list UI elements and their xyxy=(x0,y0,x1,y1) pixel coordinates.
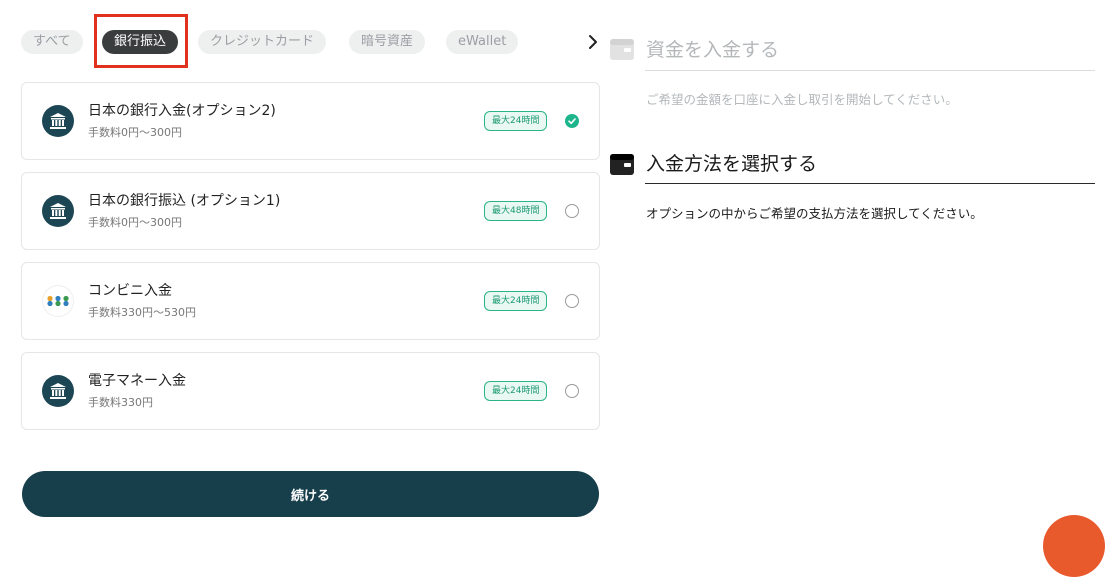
method-radio[interactable] xyxy=(565,294,579,308)
method-radio[interactable] xyxy=(565,204,579,218)
payment-method-card-bank-option1[interactable]: 日本の銀行振込 (オプション1) 手数料0円〜300円 最大48時間 xyxy=(21,172,600,250)
wallet-icon xyxy=(609,36,634,60)
chat-support-button[interactable] xyxy=(1043,515,1105,577)
tab-crypto[interactable]: 暗号資産 xyxy=(349,30,426,54)
tabs-next-button[interactable] xyxy=(585,30,601,54)
method-fee: 手数料0円〜300円 xyxy=(88,216,182,229)
method-fee: 手数料0円〜300円 xyxy=(88,126,182,139)
method-name: 日本の銀行振込 (オプション1) xyxy=(88,193,281,209)
method-name: 電子マネー入金 xyxy=(88,373,186,389)
step-description: オプションの中からご希望の支払方法を選択してください。 xyxy=(646,206,983,221)
step-title-select-method: 入金方法を選択する xyxy=(646,153,818,175)
processing-time-badge: 最大48時間 xyxy=(484,201,548,221)
chevron-right-icon xyxy=(589,35,597,49)
processing-time-badge: 最大24時間 xyxy=(484,381,548,401)
step-divider xyxy=(645,70,1095,71)
method-name: 日本の銀行入金(オプション2) xyxy=(88,103,276,119)
step-description: ご希望の金額を口座に入金し取引を開始してください。 xyxy=(646,92,958,107)
continue-button[interactable]: 続ける xyxy=(22,471,599,517)
tab-all[interactable]: すべて xyxy=(21,30,83,54)
bank-icon xyxy=(42,105,74,137)
processing-time-badge: 最大24時間 xyxy=(484,291,548,311)
method-fee: 手数料330円 xyxy=(88,396,153,409)
payment-method-card-emoney[interactable]: 電子マネー入金 手数料330円 最大24時間 xyxy=(21,352,600,430)
step-divider xyxy=(645,183,1095,184)
method-radio[interactable] xyxy=(565,384,579,398)
method-fee: 手数料330円〜530円 xyxy=(88,306,196,319)
tab-bank-transfer[interactable]: 銀行振込 xyxy=(102,30,179,54)
payment-method-card-konbini[interactable]: コンビニ入金 手数料330円〜530円 最大24時間 xyxy=(21,262,600,340)
method-radio-selected[interactable] xyxy=(565,114,579,128)
tab-ewallet[interactable]: eWallet xyxy=(446,30,519,54)
step-title-deposit-funds: 資金を入金する xyxy=(646,39,780,61)
payment-category-tabs: すべて 銀行振込 クレジットカード 暗号資産 eWallet xyxy=(21,14,601,68)
payment-method-card-bank-option2[interactable]: 日本の銀行入金(オプション2) 手数料0円〜300円 最大24時間 xyxy=(21,82,600,160)
tab-credit-card[interactable]: クレジットカード xyxy=(198,30,327,54)
method-name: コンビニ入金 xyxy=(88,283,172,299)
bank-icon xyxy=(42,195,74,227)
processing-time-badge: 最大24時間 xyxy=(484,111,548,131)
check-icon xyxy=(568,118,576,125)
wallet-icon xyxy=(609,151,634,175)
bank-icon xyxy=(42,375,74,407)
konbini-icon xyxy=(42,285,74,317)
